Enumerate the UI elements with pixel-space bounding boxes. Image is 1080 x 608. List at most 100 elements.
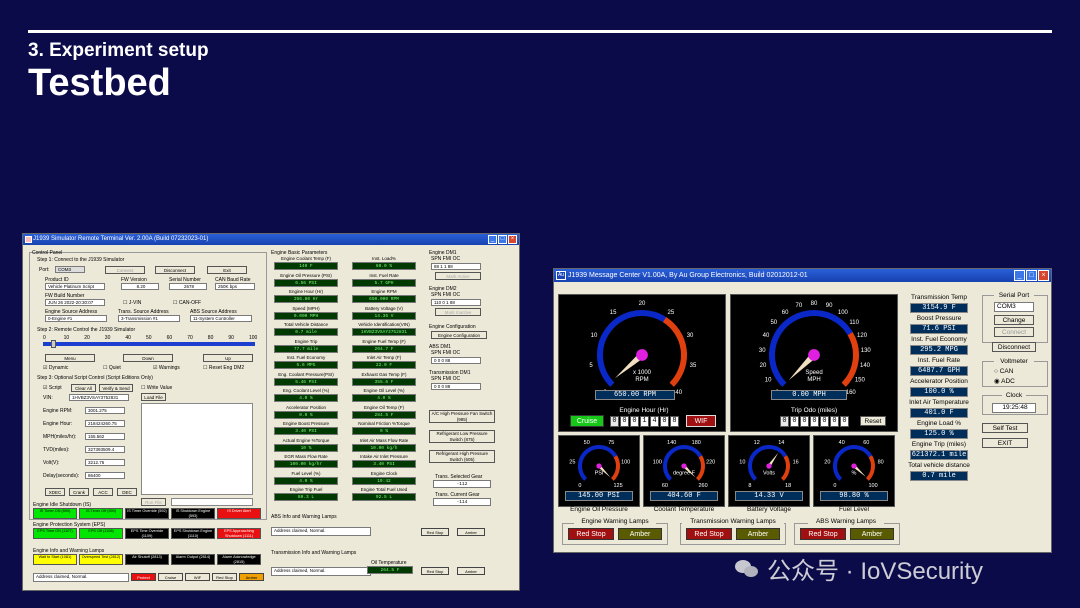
gauge-tick-label: 260 bbox=[698, 483, 707, 489]
gauge-tick-label: 25 bbox=[569, 460, 575, 466]
maximize-icon[interactable]: □ bbox=[1026, 270, 1037, 281]
gauge-tick-label: 8 bbox=[748, 483, 751, 489]
script-field-input[interactable]: 3212.75 bbox=[85, 459, 125, 466]
up-button[interactable]: Up bbox=[203, 354, 253, 362]
step2-label: Step 2: Remote Control the J1939 Simulat… bbox=[37, 327, 136, 333]
param-value: 4.0 % bbox=[274, 394, 338, 402]
script-checkbox[interactable]: ☑ Script bbox=[43, 385, 62, 391]
param-label: Inst. Fuel Economy bbox=[286, 355, 326, 360]
gauge-tick-label: 90 bbox=[826, 303, 833, 309]
script-field-label: Engine Hour: bbox=[43, 421, 73, 427]
down-button[interactable]: Down bbox=[123, 354, 173, 362]
scale-tick: 50 bbox=[146, 335, 152, 341]
gauge-tick-label: 10 bbox=[591, 333, 598, 339]
engine-dm1-button[interactable]: Mark Active bbox=[435, 272, 481, 280]
port-select[interactable]: COM3 bbox=[55, 266, 85, 273]
param-value: 100.00 kg/hr bbox=[274, 460, 338, 468]
engine-config-button[interactable]: Engine Configuration bbox=[431, 331, 487, 339]
param-label: Engine Clock bbox=[370, 470, 398, 476]
small-gauge-label: Battery Voltage bbox=[746, 506, 792, 513]
disconnect-button[interactable]: Disconnect bbox=[155, 266, 195, 274]
script-action-button[interactable]: XDEC bbox=[45, 488, 65, 496]
slide-title: Testbed bbox=[28, 62, 171, 104]
script-action-button[interactable]: Crank bbox=[69, 488, 89, 496]
can-off-checkbox[interactable]: ☐ CAN-OFF bbox=[173, 300, 201, 306]
run-file-button[interactable]: Run File bbox=[141, 498, 166, 506]
engine-status-button: Protect bbox=[131, 573, 156, 581]
script-field-label: Engine RPM: bbox=[43, 408, 73, 414]
script-field-input[interactable]: 327393509.4 bbox=[85, 446, 125, 453]
self-test-button[interactable]: Self Test bbox=[982, 423, 1028, 433]
gauge-hub bbox=[851, 463, 857, 469]
reset-button[interactable]: Reset bbox=[860, 416, 886, 426]
param-label: Vehicle Identification(VIN) bbox=[358, 322, 410, 327]
engine-status-button: Amber bbox=[239, 573, 264, 581]
param-value: 22.0 F bbox=[352, 361, 416, 369]
gauge-unit: MPH bbox=[807, 377, 820, 383]
change-button[interactable]: Change bbox=[994, 315, 1034, 325]
script-action-button[interactable]: ACC bbox=[93, 488, 113, 496]
param-label: Eng. Coolant Pressure(PSI) bbox=[278, 371, 334, 377]
engine-dm1-spn: SPN FMI OC bbox=[431, 256, 461, 262]
readout-label: Engine Load % bbox=[916, 420, 962, 427]
clear-all-button[interactable]: Clear All bbox=[71, 384, 96, 392]
close-icon[interactable]: × bbox=[1038, 270, 1049, 281]
exit-button[interactable]: Exit bbox=[207, 266, 247, 274]
abs-dm1-spn: SPN FMI OC bbox=[431, 350, 461, 356]
ac-switch-button[interactable]: A/C High Pressure Fan Switch (985) bbox=[429, 410, 495, 423]
engine-src-select[interactable]: 0-Engine #1 bbox=[45, 315, 107, 322]
minimize-icon[interactable]: _ bbox=[488, 235, 497, 244]
j-vin-checkbox[interactable]: ☐ J-VIN bbox=[123, 300, 141, 306]
warn-lamps: Wait to Start (1081) Overspeed Test (2812… bbox=[33, 554, 267, 566]
connect-button[interactable]: Connect bbox=[105, 266, 145, 274]
engine-dm2-button[interactable]: Mark Inactive bbox=[435, 308, 481, 316]
param-label: Engine Trip Fuel bbox=[289, 487, 323, 492]
engine-dm1-field: 88 1 1 88 bbox=[431, 263, 481, 270]
script-action-button[interactable]: DEC bbox=[117, 488, 137, 496]
abs-amber-lamp: Amber bbox=[850, 528, 894, 540]
readout-value: 621372.1 mile bbox=[910, 450, 968, 460]
script-field-input[interactable]: 3001.275 bbox=[85, 407, 125, 414]
minimize-icon[interactable]: _ bbox=[1014, 270, 1025, 281]
param-value: 3.40 PSI bbox=[352, 460, 416, 468]
small-gauge-value: 14.33 V bbox=[735, 491, 803, 501]
disconnect-button[interactable]: Disconnect bbox=[992, 342, 1036, 352]
connect-button[interactable]: Connect bbox=[994, 327, 1034, 337]
script-field-input[interactable]: 1HVBZ3VSAY3752831 bbox=[69, 394, 129, 401]
load-file-button[interactable]: Load File bbox=[141, 393, 166, 401]
verify-send-button[interactable]: Verify & Send bbox=[99, 384, 133, 392]
script-field-input[interactable]: 155.562 bbox=[85, 433, 125, 440]
param-label: Inlet Air Mass Flow Rate bbox=[359, 437, 409, 443]
can-baud-select[interactable]: 250K bps bbox=[215, 283, 255, 290]
script-field-input[interactable]: 218424260.75 bbox=[85, 420, 125, 427]
trans-warning-title: Transmission Warning Lamps bbox=[682, 518, 784, 525]
reset-dm2-checkbox[interactable]: ☐ Reset Eng DM2 bbox=[203, 365, 244, 371]
quiet-checkbox[interactable]: ☐ Quiet bbox=[103, 365, 121, 371]
gauge-tick-label: 60 bbox=[662, 483, 668, 489]
menu-button[interactable]: Menu bbox=[45, 354, 95, 362]
write-value-checkbox[interactable]: ☐ Write Value bbox=[141, 385, 172, 391]
slider-thumb[interactable] bbox=[51, 340, 56, 348]
refrigerant-high-button[interactable]: Refrigerant High Pressure Switch (605) bbox=[429, 450, 495, 463]
serial-port-select[interactable]: COM3 bbox=[994, 302, 1034, 312]
readout-value: 401.0 F bbox=[910, 408, 968, 418]
close-icon[interactable]: × bbox=[508, 235, 517, 244]
can-radio[interactable]: ○ CAN bbox=[994, 368, 1013, 375]
port-label: Port: bbox=[39, 267, 50, 273]
adc-radio[interactable]: ◉ ADC bbox=[994, 377, 1015, 385]
exit-button[interactable]: EXIT bbox=[982, 438, 1028, 448]
refrigerant-low-button[interactable]: Refrigerant Low Pressure Switch (875) bbox=[429, 430, 495, 443]
trans-src-select[interactable]: 3-Transmission #1 bbox=[118, 315, 180, 322]
maximize-icon[interactable]: □ bbox=[498, 235, 507, 244]
rpm-value: 650.00 RPM bbox=[595, 390, 675, 400]
remote-slider[interactable] bbox=[43, 342, 255, 346]
script-field-input[interactable]: 86400 bbox=[85, 472, 125, 479]
engine-warning-title: Engine Warning Lamps bbox=[574, 518, 656, 525]
dynamic-checkbox[interactable]: ☑ Dynamic bbox=[43, 365, 68, 371]
status-lamp: EPS Off (1108) bbox=[79, 528, 123, 539]
script-field-label: Volt(V): bbox=[43, 460, 60, 466]
abs-src-select[interactable]: 11-System Controller bbox=[190, 315, 252, 322]
warnings-checkbox[interactable]: ☑ Warnings bbox=[153, 365, 180, 371]
dynamic-label: Dynamic bbox=[48, 365, 69, 371]
script-editor[interactable] bbox=[141, 403, 253, 495]
